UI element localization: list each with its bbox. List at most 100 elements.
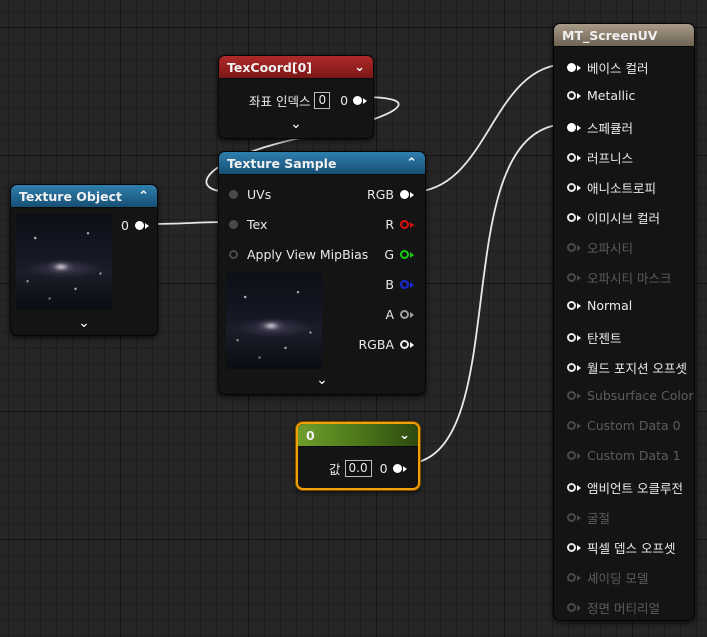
uvs-label: UVs bbox=[247, 187, 272, 202]
material-input-17[interactable]: 셰이딩 모델 bbox=[567, 568, 648, 587]
pin-arrow-icon bbox=[577, 124, 581, 131]
texture-object-output-pin[interactable] bbox=[135, 221, 144, 230]
apply-view-mipbias-pin[interactable] bbox=[229, 250, 238, 259]
constant-value-field[interactable]: 0.0 bbox=[344, 460, 372, 477]
material-input-pin[interactable] bbox=[567, 63, 576, 72]
material-input-pin[interactable] bbox=[567, 603, 576, 612]
material-input-6[interactable]: 오파시티 bbox=[567, 238, 633, 257]
b-output[interactable]: B bbox=[385, 277, 414, 292]
material-input-pin[interactable] bbox=[567, 483, 576, 492]
texcoord-node-header[interactable]: TexCoord[0] ⌄ bbox=[219, 56, 373, 79]
material-input-label: 탄젠트 bbox=[587, 331, 622, 346]
chevron-up-icon[interactable]: ⌃ bbox=[406, 157, 417, 170]
texcoord-output-label: 0 bbox=[340, 93, 349, 108]
material-input-16[interactable]: 픽셀 뎁스 오프셋 bbox=[567, 538, 675, 557]
material-input-pin[interactable] bbox=[567, 573, 576, 582]
material-input-pin[interactable] bbox=[567, 513, 576, 522]
texture-sample-node[interactable]: Texture Sample ⌃ UVs Tex Apply View MipB… bbox=[218, 151, 426, 395]
material-input-pin[interactable] bbox=[567, 153, 576, 162]
material-input-pin[interactable] bbox=[567, 273, 576, 282]
material-input-label: 오파시티 마스크 bbox=[587, 271, 672, 286]
texture-object-output[interactable]: 0 bbox=[121, 218, 149, 233]
material-input-pin[interactable] bbox=[567, 243, 576, 252]
pin-arrow-icon bbox=[577, 604, 581, 611]
material-input-pin[interactable] bbox=[567, 391, 576, 400]
apply-view-mipbias-input[interactable]: Apply View MipBias bbox=[229, 247, 368, 262]
coordinate-index-value[interactable]: 0 bbox=[314, 92, 331, 109]
constant-value-row: 값 0.0 0 bbox=[329, 459, 407, 478]
material-result-node[interactable]: MT_ScreenUV 베이스 컬러 Metallic 스페큘러러프니스애니소트로피… bbox=[553, 23, 695, 621]
material-input-10[interactable]: 월드 포지션 오프셋 bbox=[567, 358, 687, 377]
chevron-up-icon[interactable]: ⌃ bbox=[138, 190, 149, 203]
tex-input[interactable]: Tex bbox=[229, 217, 267, 232]
material-input-12[interactable]: Custom Data 0 bbox=[567, 418, 681, 433]
texture-object-header[interactable]: Texture Object ⌃ bbox=[11, 185, 157, 208]
material-input-label: 오파시티 bbox=[587, 241, 634, 256]
constant-output-pin[interactable] bbox=[392, 464, 402, 473]
texture-sample-header[interactable]: Texture Sample ⌃ bbox=[219, 152, 425, 175]
material-input-14[interactable]: 앰비언트 오클루전 bbox=[567, 478, 683, 497]
texcoord-output-pin[interactable] bbox=[353, 96, 363, 105]
uvs-input-pin[interactable] bbox=[229, 190, 238, 199]
chevron-down-icon[interactable]: ⌄ bbox=[354, 61, 365, 74]
chevron-down-icon[interactable]: ⌄ bbox=[399, 429, 410, 442]
a-label: A bbox=[385, 307, 394, 322]
g-output[interactable]: G bbox=[384, 247, 414, 262]
r-label: R bbox=[385, 217, 394, 232]
material-input-pin[interactable] bbox=[567, 451, 576, 460]
rgb-output-pin[interactable] bbox=[400, 190, 409, 199]
expand-chevron-icon[interactable]: ⌄ bbox=[78, 315, 90, 331]
material-input-pin[interactable] bbox=[567, 543, 576, 552]
rgb-output[interactable]: RGB bbox=[367, 187, 414, 202]
material-input-9[interactable]: 탄젠트 bbox=[567, 328, 622, 347]
r-output-pin[interactable] bbox=[400, 220, 409, 229]
material-input-label: 베이스 컬러 bbox=[587, 61, 649, 76]
material-input-pin[interactable] bbox=[567, 333, 576, 342]
material-input-3[interactable]: 러프니스 bbox=[567, 148, 633, 167]
material-input-7[interactable]: 오파시티 마스크 bbox=[567, 268, 671, 287]
material-input-pin[interactable] bbox=[567, 421, 576, 430]
b-output-pin[interactable] bbox=[400, 280, 409, 289]
material-input-pin[interactable] bbox=[567, 363, 576, 372]
texture-sample-title: Texture Sample bbox=[227, 155, 337, 171]
material-input-13[interactable]: Custom Data 1 bbox=[567, 448, 681, 463]
material-input-label: Custom Data 0 bbox=[587, 418, 681, 433]
texture-object-node[interactable]: Texture Object ⌃ 0 ⌄ bbox=[10, 184, 158, 336]
pin-arrow-icon bbox=[577, 302, 581, 309]
material-input-4[interactable]: 애니소트로피 bbox=[567, 178, 656, 197]
rgba-output[interactable]: RGBA bbox=[359, 337, 414, 352]
g-output-pin[interactable] bbox=[400, 250, 409, 259]
constant-node-header[interactable]: 0 ⌄ bbox=[298, 424, 418, 447]
a-output[interactable]: A bbox=[385, 307, 414, 322]
a-output-pin[interactable] bbox=[400, 310, 409, 319]
expand-chevron-icon[interactable]: ⌄ bbox=[290, 116, 302, 132]
pin-arrow-icon bbox=[145, 222, 149, 229]
material-input-0[interactable]: 베이스 컬러 bbox=[567, 58, 648, 77]
material-input-18[interactable]: 정면 머티리얼 bbox=[567, 598, 660, 617]
coordinate-index-label: 좌표 인덱스 bbox=[249, 94, 311, 109]
material-input-1[interactable]: Metallic bbox=[567, 88, 635, 103]
r-output[interactable]: R bbox=[385, 217, 414, 232]
material-input-15[interactable]: 굴절 bbox=[567, 508, 610, 527]
material-input-pin[interactable] bbox=[567, 183, 576, 192]
material-input-pin[interactable] bbox=[567, 91, 576, 100]
material-input-pin[interactable] bbox=[567, 213, 576, 222]
material-input-11[interactable]: Subsurface Color bbox=[567, 388, 694, 403]
material-input-pin[interactable] bbox=[567, 301, 576, 310]
expand-chevron-icon[interactable]: ⌄ bbox=[316, 372, 328, 388]
constant-node[interactable]: 0 ⌄ 값 0.0 0 bbox=[296, 422, 420, 490]
material-input-2[interactable]: 스페큘러 bbox=[567, 118, 633, 137]
material-input-5[interactable]: 이미시브 컬러 bbox=[567, 208, 660, 227]
material-input-8[interactable]: Normal bbox=[567, 298, 632, 313]
pin-arrow-icon bbox=[577, 452, 581, 459]
material-result-header[interactable]: MT_ScreenUV bbox=[554, 24, 694, 47]
tex-input-pin[interactable] bbox=[229, 220, 238, 229]
pin-arrow-icon bbox=[577, 64, 581, 71]
pin-arrow-icon bbox=[363, 97, 368, 104]
pin-arrow-icon bbox=[577, 484, 581, 491]
uvs-input[interactable]: UVs bbox=[229, 187, 271, 202]
material-input-pin[interactable] bbox=[567, 123, 576, 132]
constant-output-label: 0 bbox=[379, 461, 388, 476]
texcoord-node[interactable]: TexCoord[0] ⌄ 좌표 인덱스 0 0 ⌄ bbox=[218, 55, 374, 139]
rgba-output-pin[interactable] bbox=[400, 340, 409, 349]
